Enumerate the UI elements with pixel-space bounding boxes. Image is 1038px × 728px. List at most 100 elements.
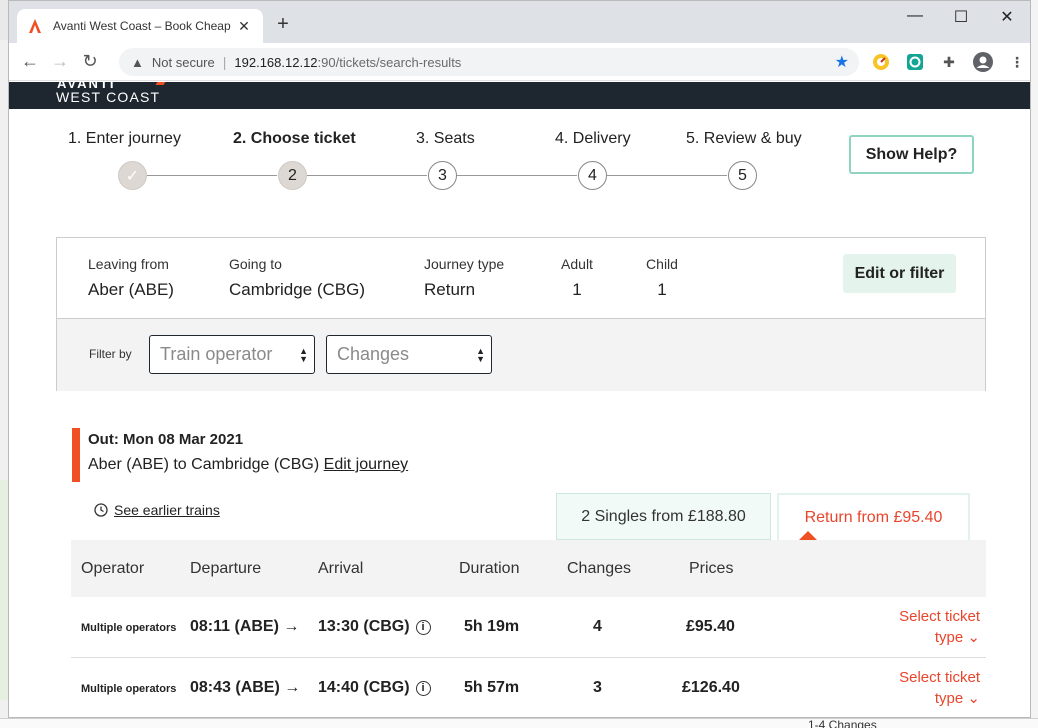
show-help-button[interactable]: Show Help? bbox=[849, 135, 974, 174]
going-to: Going to Cambridge (CBG) bbox=[229, 256, 366, 299]
browser-window: Avanti West Coast – Book Cheap ✕ + — ☐ ✕… bbox=[8, 0, 1031, 718]
row-duration: 5h 19m bbox=[464, 618, 520, 635]
row-duration: 5h 57m bbox=[464, 679, 520, 696]
step-4-circle: 4 bbox=[578, 161, 607, 190]
row-price: £95.40 bbox=[686, 618, 735, 635]
clock-icon bbox=[94, 503, 108, 517]
extension-shield-icon[interactable] bbox=[905, 52, 925, 72]
step-3-label: 3. Seats bbox=[416, 130, 475, 147]
see-earlier-trains-link[interactable]: See earlier trains bbox=[94, 502, 220, 518]
summary-details: Leaving from Aber (ABE) Going to Cambrid… bbox=[57, 238, 985, 319]
minimize-icon[interactable]: — bbox=[892, 7, 938, 27]
tab-close-icon[interactable]: ✕ bbox=[235, 18, 253, 35]
extensions-puzzle-icon[interactable]: ✚ bbox=[939, 52, 959, 72]
desktop-bottom-strip bbox=[0, 718, 1038, 728]
train-operator-select[interactable]: Train operator ▲ ▼ bbox=[149, 335, 315, 374]
filter-bar: Filter by Train operator ▲ ▼ Changes ▲ ▼ bbox=[57, 319, 985, 391]
url-text[interactable]: 192.168.12.12:90/tickets/search-results bbox=[234, 55, 461, 70]
new-tab-button[interactable]: + bbox=[271, 13, 295, 36]
desktop-left-green bbox=[0, 480, 8, 700]
journey-summary: Leaving from Aber (ABE) Going to Cambrid… bbox=[56, 237, 986, 391]
reload-icon[interactable]: ↻ bbox=[75, 51, 105, 72]
header-arrival: Arrival bbox=[318, 560, 364, 577]
row-departure: 08:11 (ABE) → bbox=[190, 618, 300, 635]
edit-or-filter-button[interactable]: Edit or filter bbox=[843, 254, 956, 293]
select-ticket-type-link[interactable]: Select ticket type ⌄ bbox=[899, 606, 980, 648]
avanti-favicon-icon bbox=[27, 18, 43, 34]
brand-accent-icon bbox=[155, 82, 167, 85]
step-3-circle: 3 bbox=[428, 161, 457, 190]
brand-bar: AVANTI WEST COAST bbox=[9, 82, 1030, 109]
chevron-down-icon: ⌄ bbox=[967, 629, 980, 646]
outbound-title: Out: Mon 08 Mar 2021 bbox=[88, 431, 244, 448]
journey-type: Journey type Return bbox=[424, 256, 505, 299]
page-content: AVANTI WEST COAST 1. Enter journey 2. Ch… bbox=[9, 82, 1030, 717]
step-connector bbox=[147, 175, 277, 176]
step-5-circle: 5 bbox=[728, 161, 757, 190]
outbound-route: Aber (ABE) to Cambridge (CBG) Edit journ… bbox=[88, 456, 409, 473]
selected-tab-caret-icon bbox=[799, 531, 817, 540]
address-bar[interactable]: ▲ Not secure | 192.168.12.12:90/tickets/… bbox=[119, 48, 859, 76]
background-changes-text: 1-4 Changes bbox=[808, 718, 877, 728]
row-arrival: 13:30 (CBG) i bbox=[318, 618, 431, 636]
step-2-label: 2. Choose ticket bbox=[233, 130, 356, 147]
changes-select[interactable]: Changes ▲ ▼ bbox=[326, 335, 492, 374]
table-header: Operator Departure Arrival Duration Chan… bbox=[71, 540, 986, 597]
bookmark-star-icon[interactable]: ★ bbox=[835, 52, 849, 72]
omnibox-separator: | bbox=[222, 54, 227, 70]
close-window-icon[interactable]: ✕ bbox=[984, 7, 1030, 27]
row-departure: 08:43 (ABE) → bbox=[190, 679, 301, 696]
step-2-circle: 2 bbox=[278, 161, 307, 190]
child-count: Child 1 bbox=[646, 256, 678, 299]
results-table: Operator Departure Arrival Duration Chan… bbox=[71, 540, 986, 717]
adult-count: Adult 1 bbox=[561, 256, 593, 299]
row-operator: Multiple operators bbox=[81, 683, 177, 695]
profile-avatar-icon[interactable] bbox=[973, 52, 993, 72]
step-connector bbox=[457, 175, 577, 176]
table-row[interactable]: Multiple operators 08:11 (ABE) → 13:30 (… bbox=[71, 597, 986, 658]
singles-fare-tab[interactable]: 2 Singles from £188.80 bbox=[556, 493, 771, 540]
header-duration: Duration bbox=[459, 560, 520, 577]
chevron-down-icon: ⌄ bbox=[967, 690, 980, 707]
extension-speed-icon[interactable] bbox=[871, 52, 891, 72]
browser-toolbar: ← → ↻ ▲ Not secure | 192.168.12.12:90/ti… bbox=[9, 43, 1030, 81]
not-secure-label: Not secure bbox=[151, 54, 215, 70]
tab-strip: Avanti West Coast – Book Cheap ✕ + — ☐ ✕ bbox=[9, 1, 1030, 43]
step-connector bbox=[307, 175, 427, 176]
table-row[interactable]: Multiple operators 08:43 (ABE) → 14:40 (… bbox=[71, 658, 986, 717]
tab-title: Avanti West Coast – Book Cheap bbox=[53, 19, 231, 33]
step-1-label[interactable]: 1. Enter journey bbox=[68, 130, 181, 148]
header-prices: Prices bbox=[689, 560, 734, 577]
select-ticket-type-link[interactable]: Select ticket type ⌄ bbox=[899, 667, 980, 709]
warning-icon[interactable]: ▲ bbox=[131, 55, 144, 70]
select-arrows-icon: ▲ ▼ bbox=[299, 346, 308, 364]
row-arrival: 14:40 (CBG) i bbox=[318, 679, 431, 697]
window-controls: — ☐ ✕ bbox=[892, 7, 1030, 27]
menu-kebab-icon[interactable]: ⋮ bbox=[1007, 52, 1027, 72]
step-5-label: 5. Review & buy bbox=[686, 130, 802, 147]
leaving-from: Leaving from Aber (ABE) bbox=[88, 256, 174, 299]
step-4-label: 4. Delivery bbox=[555, 130, 631, 147]
edit-journey-link[interactable]: Edit journey bbox=[324, 456, 409, 473]
back-icon[interactable]: ← bbox=[15, 51, 45, 72]
browser-tab[interactable]: Avanti West Coast – Book Cheap ✕ bbox=[17, 9, 263, 43]
info-icon[interactable]: i bbox=[415, 620, 431, 635]
row-changes: 4 bbox=[593, 618, 602, 635]
extensions-area: ✚ ⋮ bbox=[871, 52, 1027, 72]
row-operator: Multiple operators bbox=[81, 622, 177, 634]
select-arrows-icon: ▲ ▼ bbox=[476, 346, 485, 364]
brand-line2[interactable]: WEST COAST bbox=[56, 89, 160, 105]
step-connector bbox=[607, 175, 727, 176]
desktop-right-strip bbox=[1030, 0, 1038, 728]
forward-icon[interactable]: → bbox=[45, 51, 75, 72]
row-changes: 3 bbox=[593, 679, 602, 696]
filter-by-label: Filter by bbox=[89, 347, 132, 361]
row-price: £126.40 bbox=[682, 679, 740, 696]
info-icon[interactable]: i bbox=[415, 681, 431, 696]
maximize-icon[interactable]: ☐ bbox=[938, 7, 984, 27]
outbound-accent-bar bbox=[72, 428, 80, 482]
header-operator: Operator bbox=[81, 560, 145, 577]
header-departure: Departure bbox=[190, 560, 262, 577]
header-changes: Changes bbox=[567, 560, 632, 577]
step-1-check-icon[interactable]: ✓ bbox=[118, 161, 147, 190]
